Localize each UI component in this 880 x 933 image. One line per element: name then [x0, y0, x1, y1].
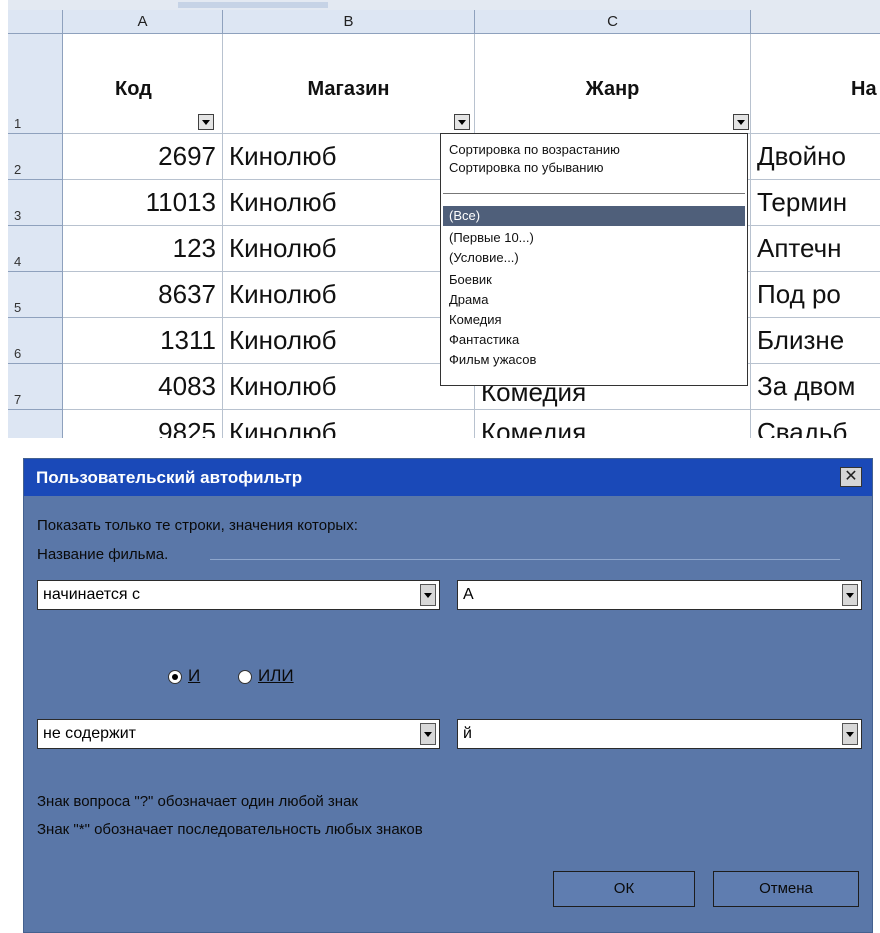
condition1-value-text: А: [463, 586, 474, 603]
dropdown-item-all[interactable]: (Все): [443, 206, 745, 226]
cell-code[interactable]: 2697: [63, 134, 223, 180]
cell-store[interactable]: Кинолюб: [223, 364, 475, 410]
row-header-1[interactable]: 1: [8, 34, 63, 134]
dropdown-item-condition[interactable]: (Условие...): [449, 250, 519, 265]
cell-code[interactable]: 9825: [63, 410, 223, 438]
cell-title[interactable]: Двойно: [751, 134, 880, 180]
row-header-7[interactable]: 7: [8, 364, 63, 410]
column-header-b[interactable]: B: [223, 10, 475, 34]
sheet-top-tab: [178, 2, 328, 8]
row-header-3[interactable]: 3: [8, 180, 63, 226]
condition2-value-text: й: [463, 725, 472, 742]
filter-button-code[interactable]: [198, 114, 214, 130]
cancel-button[interactable]: Отмена: [713, 871, 859, 907]
column-header-c[interactable]: C: [475, 10, 751, 34]
select-all-corner[interactable]: [8, 10, 63, 34]
chevron-down-icon[interactable]: [842, 584, 858, 606]
cell-code[interactable]: 1311: [63, 318, 223, 364]
autofilter-dropdown[interactable]: Сортировка по возрастанию Сортировка по …: [440, 133, 748, 386]
filter-button-genre[interactable]: [733, 114, 749, 130]
dropdown-separator: [443, 193, 745, 194]
condition2-value-input[interactable]: й: [457, 719, 862, 749]
cell-title[interactable]: Термин: [751, 180, 880, 226]
filter-button-store[interactable]: [454, 114, 470, 130]
cell-title[interactable]: Аптечн: [751, 226, 880, 272]
hint-question-mark: Знак вопроса "?" обозначает один любой з…: [37, 793, 358, 810]
header-cell-store[interactable]: Магазин: [223, 34, 475, 134]
cell-title[interactable]: За двом: [751, 364, 880, 410]
cell-title[interactable]: Под ро: [751, 272, 880, 318]
ok-button[interactable]: ОК: [553, 871, 695, 907]
group-divider: [210, 559, 840, 560]
cell-store[interactable]: Кинолюб: [223, 134, 475, 180]
radio-or[interactable]: [238, 670, 252, 684]
chevron-down-icon[interactable]: [420, 584, 436, 606]
row-header-4[interactable]: 4: [8, 226, 63, 272]
hint-asterisk: Знак "*" обозначает последовательность л…: [37, 821, 423, 838]
cell-code[interactable]: 11013: [63, 180, 223, 226]
sort-descending-item[interactable]: Сортировка по убыванию: [449, 160, 603, 175]
condition1-operator-select[interactable]: начинается с: [37, 580, 440, 610]
chevron-down-icon[interactable]: [420, 723, 436, 745]
radio-and-label[interactable]: И: [188, 666, 200, 686]
sort-ascending-item[interactable]: Сортировка по возрастанию: [449, 142, 620, 157]
column-header-a[interactable]: A: [63, 10, 223, 34]
dialog-intro-text: Показать только те строки, значения кото…: [37, 517, 358, 534]
cell-store[interactable]: Кинолюб: [223, 180, 475, 226]
radio-or-label[interactable]: ИЛИ: [258, 666, 294, 686]
cell-store[interactable]: Кинолюб: [223, 272, 475, 318]
cell-code[interactable]: 123: [63, 226, 223, 272]
condition1-value-input[interactable]: А: [457, 580, 862, 610]
cell-store[interactable]: Кинолюб: [223, 318, 475, 364]
header-cell-title[interactable]: На: [751, 34, 880, 134]
column-header-d[interactable]: [751, 10, 880, 34]
condition2-operator-value: не содержит: [43, 725, 137, 742]
dialog-title: Пользовательский автофильтр: [36, 468, 303, 487]
dropdown-item-scifi[interactable]: Фантастика: [449, 332, 519, 347]
row-header-8[interactable]: 8: [8, 410, 63, 438]
dropdown-item-horror[interactable]: Фильм ужасов: [449, 352, 536, 367]
dialog-title-bar[interactable]: Пользовательский автофильтр ✕: [24, 459, 872, 496]
cell-store[interactable]: Кинолюб: [223, 410, 475, 438]
condition1-operator-value: начинается с: [43, 586, 141, 603]
field-name-label: Название фильма.: [37, 546, 169, 563]
dropdown-item-drama[interactable]: Драма: [449, 292, 488, 307]
radio-and[interactable]: [168, 670, 182, 684]
row-header-2[interactable]: 2: [8, 134, 63, 180]
row-header-5[interactable]: 5: [8, 272, 63, 318]
dropdown-item-top10[interactable]: (Первые 10...): [449, 230, 534, 245]
cell-code[interactable]: 8637: [63, 272, 223, 318]
cell-title[interactable]: Свадьб: [751, 410, 880, 438]
spreadsheet: A B C 1 2 3 4 5 6 7 8 Код Магазин Жанр Н…: [8, 0, 880, 438]
cell-code[interactable]: 4083: [63, 364, 223, 410]
close-icon[interactable]: ✕: [840, 467, 862, 487]
cell-store[interactable]: Кинолюб: [223, 226, 475, 272]
condition2-operator-select[interactable]: не содержит: [37, 719, 440, 749]
chevron-down-icon[interactable]: [842, 723, 858, 745]
dropdown-item-comedy[interactable]: Комедия: [449, 312, 502, 327]
row-header-6[interactable]: 6: [8, 318, 63, 364]
cell-genre[interactable]: Комедия: [475, 410, 751, 438]
header-cell-genre[interactable]: Жанр: [475, 34, 751, 134]
cell-title[interactable]: Близне: [751, 318, 880, 364]
dropdown-item-action[interactable]: Боевик: [449, 272, 492, 287]
